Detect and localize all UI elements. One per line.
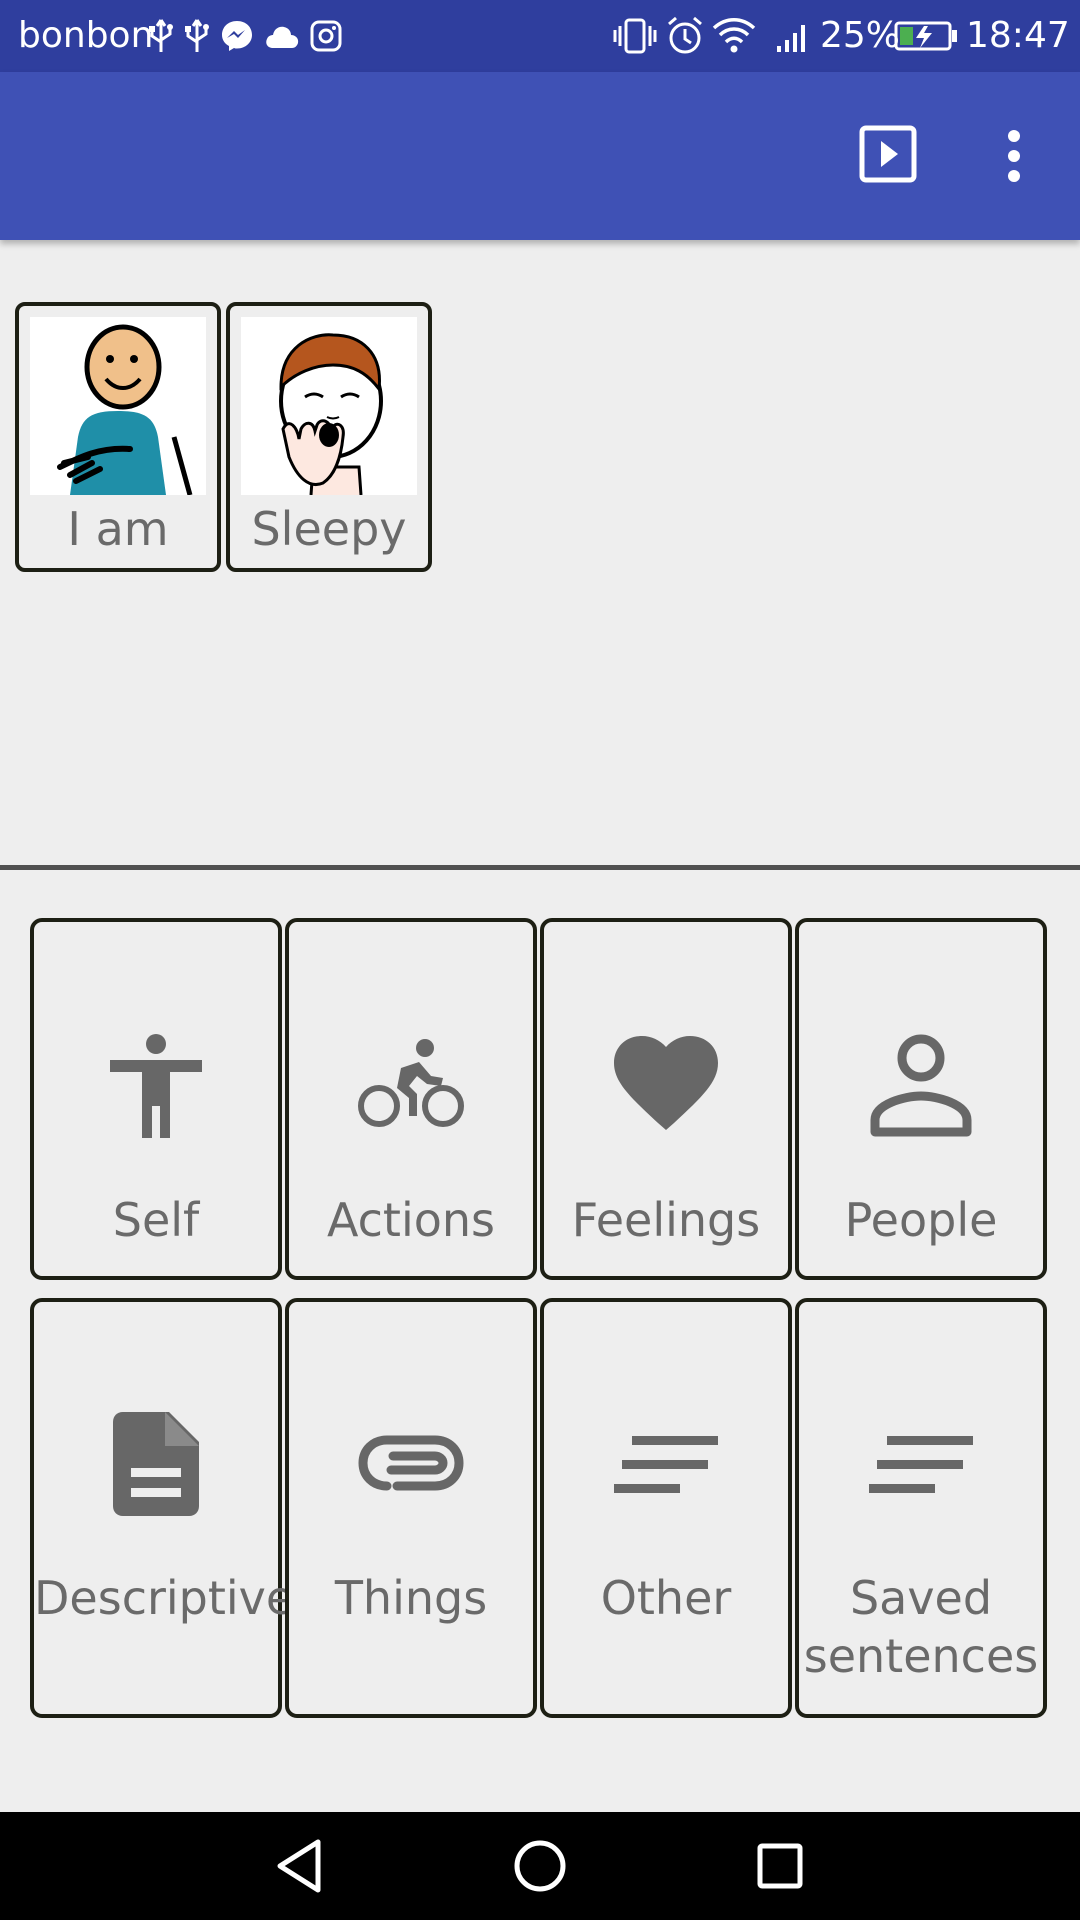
- person-self-pictogram: [30, 317, 206, 495]
- clock: 18:47: [966, 15, 1070, 56]
- accessibility-icon: [34, 1034, 278, 1138]
- short-text-icon: [799, 1436, 1043, 1496]
- instagram-icon: [310, 20, 342, 52]
- sentence-strip: I am Sleepy: [0, 240, 1080, 864]
- play-button[interactable]: [858, 124, 918, 184]
- recents-button[interactable]: [750, 1836, 810, 1896]
- sentence-word-label: Sleepy: [251, 502, 407, 556]
- category-things[interactable]: Things: [285, 1298, 537, 1718]
- home-button[interactable]: [510, 1836, 570, 1896]
- category-label: People: [844, 1193, 998, 1247]
- category-label-line2: sentences: [803, 1629, 1039, 1683]
- carrier-name: bonbon: [18, 15, 154, 56]
- category-label: Other: [600, 1571, 732, 1625]
- battery-percent: 25%: [820, 15, 901, 56]
- heart-icon: [544, 1034, 788, 1132]
- category-label: Feelings: [571, 1193, 761, 1247]
- status-bar: bonbon 25% 18:47: [0, 0, 1080, 72]
- divider: [0, 865, 1080, 870]
- usb-icon: [185, 19, 209, 52]
- cloud-icon: [266, 26, 299, 48]
- paperclip-icon: [289, 1432, 533, 1494]
- bike-icon: [289, 1038, 533, 1130]
- category-label: Descriptive: [34, 1571, 295, 1625]
- back-icon: [277, 1839, 321, 1893]
- category-actions[interactable]: Actions: [285, 918, 537, 1280]
- short-text-icon: [544, 1436, 788, 1496]
- messenger-icon: [222, 21, 252, 51]
- sentence-word-card[interactable]: I am: [15, 302, 221, 572]
- battery-charging-icon: [894, 21, 957, 51]
- navigation-bar: [0, 1812, 1080, 1920]
- category-other[interactable]: Other: [540, 1298, 792, 1718]
- vibrate-icon: [613, 18, 657, 54]
- sleepy-yawning-pictogram: [241, 317, 417, 495]
- category-descriptive[interactable]: Descriptive: [30, 1298, 295, 1718]
- more-vert-icon: [1008, 130, 1020, 182]
- document-icon: [34, 1412, 278, 1516]
- back-button[interactable]: [270, 1836, 330, 1896]
- category-label: Things: [334, 1571, 488, 1625]
- sentence-word-label: I am: [67, 502, 169, 556]
- more-options-button[interactable]: [998, 128, 1030, 184]
- category-label-line1: Saved: [849, 1571, 993, 1625]
- play-icon: [859, 125, 917, 183]
- category-feelings[interactable]: Feelings: [540, 918, 792, 1280]
- signal-icon: [777, 25, 805, 52]
- notification-icons: [148, 16, 342, 56]
- category-people[interactable]: People: [795, 918, 1047, 1280]
- wifi-icon: [712, 18, 756, 53]
- home-icon: [514, 1840, 566, 1892]
- category-saved-sentences[interactable]: Saved sentences: [795, 1298, 1047, 1718]
- alarm-icon: [668, 16, 702, 54]
- recents-icon: [757, 1843, 803, 1889]
- category-self[interactable]: Self: [30, 918, 282, 1280]
- app-bar: [0, 72, 1080, 240]
- usb-icon: [149, 19, 173, 52]
- category-label: Self: [112, 1193, 200, 1247]
- person-outline-icon: [799, 1034, 1043, 1138]
- sentence-word-card[interactable]: Sleepy: [226, 302, 432, 572]
- category-label: Actions: [326, 1193, 496, 1247]
